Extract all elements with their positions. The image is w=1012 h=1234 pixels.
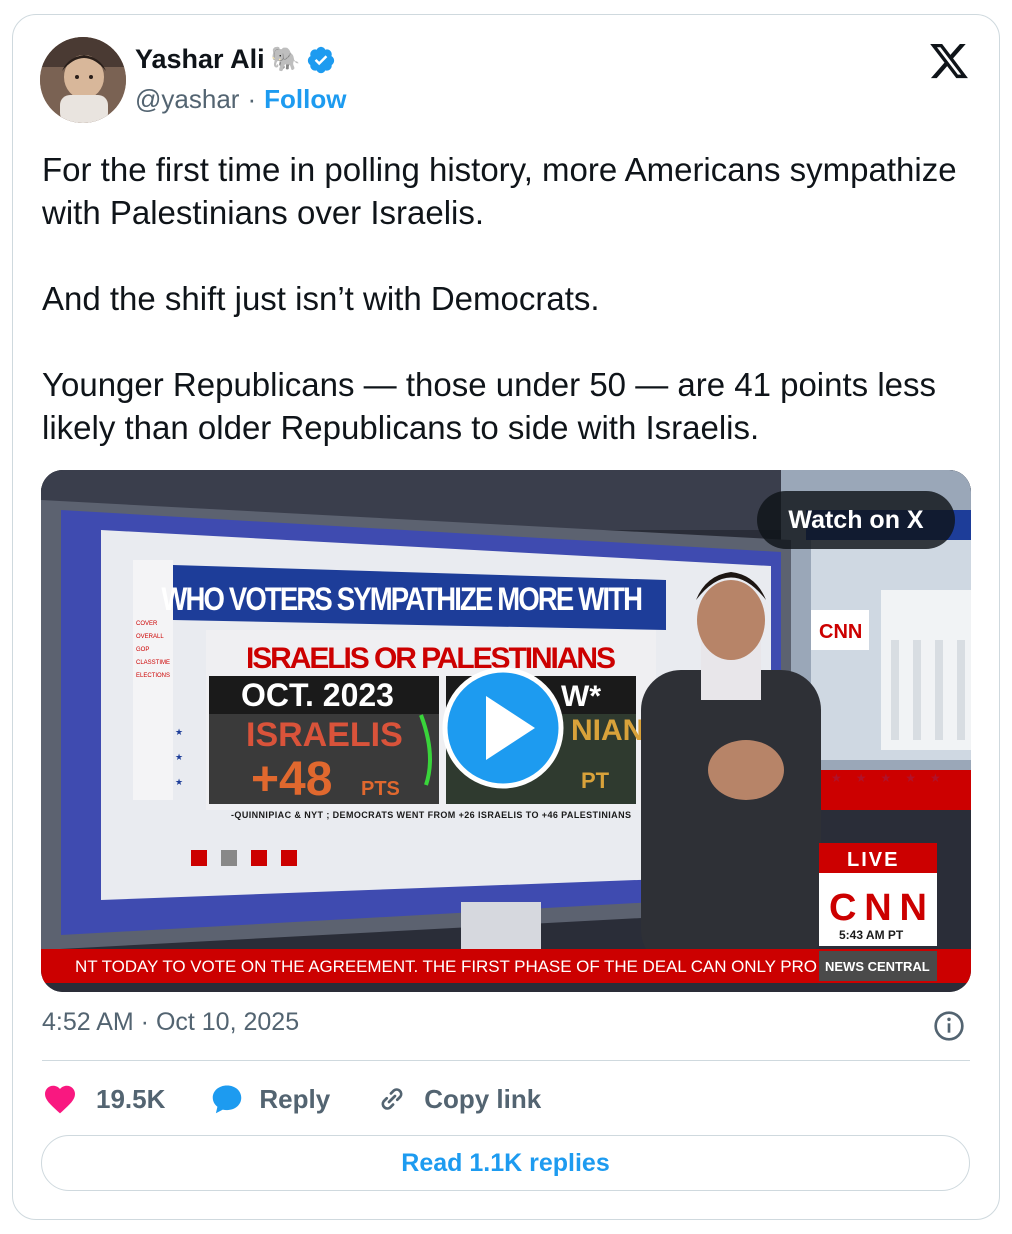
screen-side-label: OVERALL bbox=[136, 634, 164, 640]
screen-right-unit: PT bbox=[581, 768, 610, 793]
screen-side-label: CLASSTIME bbox=[136, 660, 170, 666]
heart-icon bbox=[45, 1085, 75, 1114]
reply-label: Reply bbox=[259, 1083, 331, 1114]
handle-row: @yashar · Follow bbox=[135, 84, 346, 115]
star-row-text: ★★★★★ bbox=[831, 771, 955, 785]
tweet-paragraph: And the shift just isn’t with Democrats. bbox=[42, 280, 600, 317]
tweet-paragraph: For the first time in polling history, m… bbox=[42, 151, 957, 231]
author-name-row: Yashar Ali 🐘 bbox=[135, 44, 336, 75]
like-button[interactable]: 19.5K bbox=[42, 1081, 165, 1117]
copy-link-label: Copy link bbox=[424, 1083, 542, 1114]
screen-left-value: +48 bbox=[251, 753, 332, 806]
tweet-text: For the first time in polling history, m… bbox=[42, 148, 962, 492]
tweet-actions: 19.5K Reply Copy link bbox=[42, 1078, 585, 1120]
tweet-timestamp[interactable]: 4:52 AM · Oct 10, 2025 bbox=[42, 1008, 299, 1037]
screen-title: WHO VOTERS SYMPATHIZE MORE WITH bbox=[161, 582, 643, 617]
separator-dot: · bbox=[247, 84, 257, 114]
divider bbox=[42, 1060, 970, 1061]
read-replies-button[interactable]: Read 1.1K replies bbox=[41, 1135, 970, 1191]
screen-star-column: ★ bbox=[175, 752, 183, 762]
avatar[interactable] bbox=[40, 37, 126, 123]
cnn-wall-logo: CNN bbox=[819, 621, 862, 643]
screen-star-column: ★ bbox=[175, 727, 183, 737]
tweet-paragraph: Younger Republicans — those under 50 — a… bbox=[42, 366, 937, 446]
follow-button[interactable]: Follow bbox=[264, 84, 346, 115]
verified-badge-icon bbox=[308, 46, 335, 73]
screen-left-label: ISRAELIS bbox=[246, 716, 403, 754]
screen-side-label: GOP bbox=[136, 647, 149, 653]
copy-link-button[interactable]: Copy link bbox=[374, 1081, 541, 1117]
screen-source: -QUINNIPIAC & NYT ; DEMOCRATS WENT FROM … bbox=[231, 810, 631, 820]
screen-side-label: COVER bbox=[136, 621, 158, 627]
like-count: 19.5K bbox=[96, 1083, 166, 1114]
x-logo-icon[interactable] bbox=[928, 40, 970, 82]
ticker-text: NT TODAY TO VOTE ON THE AGREEMENT. THE F… bbox=[75, 957, 817, 976]
elephant-emoji: 🐘 bbox=[270, 46, 301, 73]
screen-star-column: ★ bbox=[175, 777, 183, 787]
author-name[interactable]: Yashar Ali bbox=[135, 44, 265, 75]
live-time: 5:43 AM PT bbox=[839, 928, 904, 942]
screen-subtitle: ISRAELIS OR PALESTINIANS bbox=[246, 642, 616, 675]
live-label: LIVE bbox=[847, 849, 899, 871]
watch-on-x-button[interactable]: Watch on X bbox=[757, 491, 955, 549]
info-icon[interactable] bbox=[933, 1010, 965, 1042]
reply-button[interactable]: Reply bbox=[209, 1081, 330, 1117]
screen-right-head: W* bbox=[561, 680, 601, 713]
read-replies-label: Read 1.1K replies bbox=[401, 1148, 610, 1177]
screen-side-label: ELECTIONS bbox=[136, 673, 170, 679]
ticker-badge: NEWS CENTRAL bbox=[825, 959, 930, 974]
link-icon bbox=[381, 1088, 403, 1110]
screen-left-unit: PTS bbox=[361, 778, 400, 800]
live-cnn-logo: CNN bbox=[829, 887, 927, 929]
author-handle[interactable]: @yashar bbox=[135, 84, 239, 115]
screen-left-head: OCT. 2023 bbox=[241, 677, 394, 713]
reply-bubble-icon bbox=[213, 1085, 242, 1114]
